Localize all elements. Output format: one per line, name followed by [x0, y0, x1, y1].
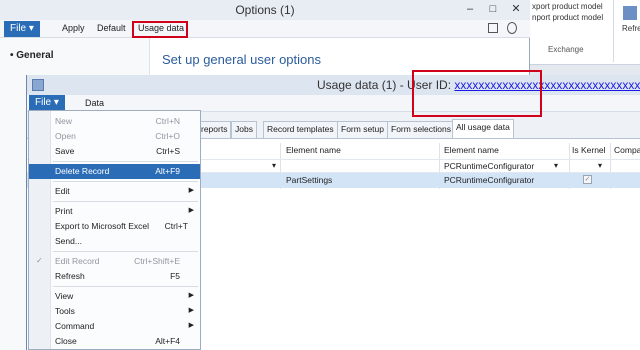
menu-item-label: Command — [55, 321, 95, 331]
menu-separator — [53, 251, 198, 252]
ribbon-fragment: xport product model nport product model … — [530, 0, 640, 65]
check-icon: ✓ — [36, 256, 43, 265]
cell-element-name: PartSettings — [286, 175, 333, 185]
column-header-element-name-2[interactable]: Element name — [444, 145, 499, 155]
menu-item-shortcut: Ctrl+T — [164, 221, 188, 231]
menu-item-label: Print — [55, 206, 73, 216]
ribbon-import-product-model[interactable]: nport product model — [532, 13, 603, 22]
menu-item-label: Edit — [55, 186, 70, 196]
options-heading: Set up general user options — [162, 52, 321, 67]
submenu-arrow-icon: ▶ — [188, 207, 194, 214]
menu-item-label: Tools — [55, 306, 75, 316]
ribbon-group-exchange: Exchange — [548, 45, 584, 54]
menu-item-label: Export to Microsoft Excel — [55, 221, 150, 231]
minimize-button[interactable]: – — [460, 1, 480, 17]
menu-item-print[interactable]: Print ▶ — [29, 204, 200, 219]
menu-item-edit[interactable]: Edit ▶ — [29, 184, 200, 199]
menu-item-shortcut: Ctrl+S — [156, 146, 180, 156]
column-header-is-kernel[interactable]: Is Kernel — [572, 145, 606, 155]
column-header-element-name[interactable]: Element name — [286, 145, 341, 155]
menu-item-shortcut: Ctrl+Shift+E — [134, 256, 180, 266]
submenu-arrow-icon: ▶ — [188, 187, 194, 194]
cell-element-name-2: PCRuntimeConfigurator — [444, 175, 535, 185]
filter-element-name[interactable]: PCRuntimeConfigurator — [444, 161, 534, 171]
menu-item-shortcut: Alt+F9 — [155, 166, 180, 176]
menu-item-command[interactable]: Command ▶ — [29, 319, 200, 334]
data-menu-button[interactable]: Data — [85, 98, 104, 108]
options-title-bar: Options (1) – □ ✕ — [0, 0, 530, 20]
close-button[interactable]: ✕ — [506, 1, 526, 17]
menu-item-label: Delete Record — [55, 166, 110, 176]
filter-dropdown-arrow[interactable]: ▾ — [272, 161, 276, 170]
menu-item-shortcut: F5 — [170, 271, 180, 281]
submenu-arrow-icon: ▶ — [188, 322, 194, 329]
filter-dropdown-arrow[interactable]: ▾ — [554, 161, 558, 170]
ribbon-export-product-model[interactable]: xport product model — [532, 2, 603, 11]
is-kernel-checkbox[interactable]: ✓ — [583, 175, 592, 184]
help-icon[interactable] — [507, 22, 517, 34]
menu-item-save[interactable]: Save Ctrl+S — [29, 144, 200, 159]
highlight-box — [412, 70, 542, 117]
menu-item-close[interactable]: Close Alt+F4 — [29, 334, 200, 349]
menu-item-shortcut: Ctrl+N — [155, 116, 180, 126]
menu-item-label: Open — [55, 131, 76, 141]
tab-form-setup[interactable]: Form setup — [337, 121, 388, 138]
menu-item-label: Send... — [55, 236, 82, 246]
menu-item-refresh[interactable]: Refresh F5 — [29, 269, 200, 284]
menu-item-label: Edit Record — [55, 256, 100, 266]
options-window-title: Options (1) — [235, 3, 295, 17]
menu-item-send[interactable]: Send... — [29, 234, 200, 249]
column-header-company[interactable]: Compa — [614, 145, 640, 155]
menu-item-new[interactable]: New Ctrl+N — [29, 114, 200, 129]
background-panel — [530, 65, 640, 75]
ribbon-refresh-label[interactable]: Refre — [622, 24, 640, 33]
layout-icon[interactable] — [488, 23, 498, 33]
menu-item-edit-record[interactable]: ✓ Edit Record Ctrl+Shift+E — [29, 254, 200, 269]
menu-item-label: Save — [55, 146, 75, 156]
filter-dropdown-arrow[interactable]: ▾ — [598, 161, 602, 170]
submenu-arrow-icon: ▶ — [188, 307, 194, 314]
menu-item-shortcut: Ctrl+O — [155, 131, 180, 141]
menu-item-label: Refresh — [55, 271, 85, 281]
options-file-menu-button[interactable]: File ▾ — [4, 21, 40, 37]
menu-separator — [53, 181, 198, 182]
submenu-arrow-icon: ▶ — [188, 292, 194, 299]
usage-data-title-bar: Usage data (1) - User ID: xxxxxxxxxxxxxx… — [27, 75, 640, 95]
file-menu-button[interactable]: File ▾ — [29, 95, 65, 111]
nav-item-general[interactable]: • General — [10, 50, 54, 61]
menu-item-export-excel[interactable]: Export to Microsoft Excel Ctrl+T — [29, 219, 200, 234]
default-button[interactable]: Default — [97, 23, 126, 33]
menu-item-delete-record[interactable]: Delete Record Alt+F9 — [29, 164, 200, 179]
highlight-box — [132, 21, 188, 38]
app-icon — [32, 79, 44, 91]
apply-button[interactable]: Apply — [62, 23, 85, 33]
tab-strip: reports Jobs Record templates Form setup… — [197, 119, 640, 138]
menu-item-view[interactable]: View ▶ — [29, 289, 200, 304]
ribbon-separator — [613, 0, 614, 62]
menu-item-tools[interactable]: Tools ▶ — [29, 304, 200, 319]
tab-reports[interactable]: reports — [197, 121, 232, 138]
menu-item-label: New — [55, 116, 73, 126]
maximize-button[interactable]: □ — [483, 1, 503, 17]
menu-item-label: View — [55, 291, 74, 301]
file-menu: New Ctrl+N Open Ctrl+O Save Ctrl+S Delete R… — [28, 110, 201, 350]
tab-record-templates[interactable]: Record templates — [263, 121, 338, 138]
menu-separator — [53, 286, 198, 287]
menu-separator — [53, 161, 198, 162]
refresh-icon[interactable] — [623, 6, 637, 20]
options-toolbar: File ▾ Apply Default Usage data — [0, 20, 530, 38]
tab-form-selections[interactable]: Form selections — [387, 121, 455, 138]
menu-item-label: Close — [55, 336, 77, 346]
tab-jobs[interactable]: Jobs — [231, 121, 257, 138]
menu-item-shortcut: Alt+F4 — [155, 336, 180, 346]
menu-separator — [53, 201, 198, 202]
menu-item-open[interactable]: Open Ctrl+O — [29, 129, 200, 144]
tab-all-usage-data[interactable]: All usage data — [452, 119, 514, 138]
